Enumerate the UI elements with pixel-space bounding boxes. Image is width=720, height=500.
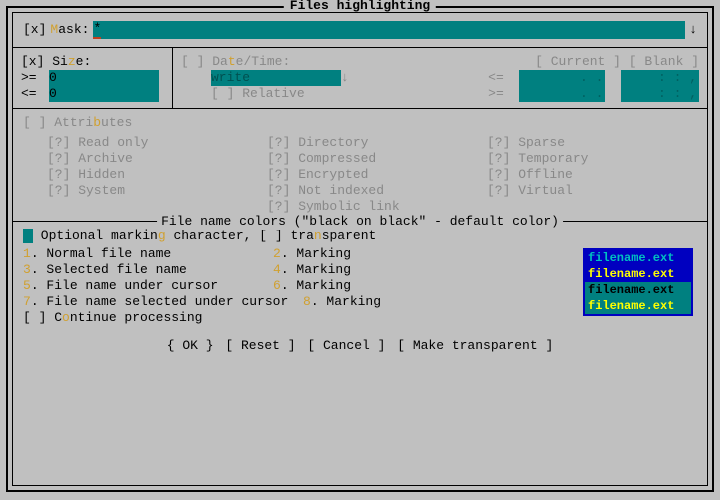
attr-readonly[interactable]: [?] Read only: [47, 135, 257, 151]
preview-cursor: filename.ext: [585, 282, 691, 298]
colors-section: File name colors ("black on black" - def…: [13, 221, 707, 330]
attr-temporary[interactable]: [?] Temporary: [487, 151, 697, 167]
blank-button[interactable]: [ Blank ]: [629, 54, 699, 69]
size-ge-input[interactable]: 0: [49, 70, 159, 86]
size-le-input[interactable]: 0: [49, 86, 159, 102]
color-marking-4[interactable]: . Marking: [281, 262, 351, 277]
date-le-time[interactable]: : : ,: [621, 70, 699, 86]
dialog-outer-frame: Files highlighting [x] Mask: *↓ [x] Size…: [6, 6, 714, 492]
attrs-col2: [?] Directory [?] Compressed [?] Encrypt…: [267, 135, 477, 215]
attrs-col1: [?] Read only [?] Archive [?] Hidden [?]…: [23, 135, 257, 215]
attr-notindexed[interactable]: [?] Not indexed: [267, 183, 477, 199]
preview-normal: filename.ext: [585, 250, 691, 266]
attrs-col3: [?] Sparse [?] Temporary [?] Offline [?]…: [487, 135, 697, 215]
size-date-row: [x] Size: >= 0 <= 0 [ ] Date/Time:: [13, 48, 707, 109]
reset-button[interactable]: [ Reset ]: [223, 338, 297, 353]
size-section: [x] Size: >= 0 <= 0: [13, 48, 173, 109]
mask-label: Mask:: [50, 22, 89, 38]
size-label: Size:: [52, 54, 91, 69]
relative-label: Relative: [242, 86, 304, 101]
color-cursor[interactable]: . File name under cursor: [31, 278, 218, 293]
marking-row: Optional marking character, [ ] transpar…: [23, 228, 697, 244]
color-marking-6[interactable]: . Marking: [281, 278, 351, 293]
mask-input[interactable]: *: [93, 21, 685, 39]
color-preview: filename.ext filename.ext filename.ext f…: [583, 248, 693, 316]
attributes-label: Attributes: [54, 115, 132, 130]
color-normal[interactable]: . Normal file name: [31, 246, 171, 261]
date-ge-time[interactable]: : : ,: [621, 86, 699, 102]
mask-dropdown-icon[interactable]: ↓: [689, 22, 697, 38]
attr-virtual[interactable]: [?] Virtual: [487, 183, 697, 199]
marking-char-box[interactable]: [23, 229, 33, 243]
dialog-inner-frame: [x] Mask: *↓ [x] Size: >= 0 <= 0: [12, 12, 708, 486]
colors-title: File name colors ("black on black" - def…: [157, 214, 563, 230]
datetime-section: [ ] Date/Time: write↓ [ ] Relative [ Cur…: [173, 48, 707, 109]
datetime-type-input[interactable]: write: [211, 70, 341, 86]
date-ge-date[interactable]: . .: [519, 86, 605, 102]
attr-encrypted[interactable]: [?] Encrypted: [267, 167, 477, 183]
attr-compressed[interactable]: [?] Compressed: [267, 151, 477, 167]
mask-row: [x] Mask: *↓: [13, 13, 707, 48]
preview-selected: filename.ext: [585, 266, 691, 282]
ok-button[interactable]: { OK }: [165, 338, 216, 353]
color-selected[interactable]: . Selected file name: [31, 262, 187, 277]
datetime-checkbox[interactable]: [ ]: [181, 54, 204, 69]
current-button[interactable]: [ Current ]: [535, 54, 621, 69]
size-le-label: <=: [21, 86, 49, 102]
button-bar: { OK } [ Reset ] [ Cancel ] [ Make trans…: [13, 330, 707, 358]
cancel-button[interactable]: [ Cancel ]: [305, 338, 387, 353]
continue-checkbox[interactable]: [ ]: [23, 310, 46, 325]
attributes-checkbox[interactable]: [ ]: [23, 115, 46, 130]
mask-checkbox[interactable]: [x]: [23, 22, 46, 38]
color-marking-2[interactable]: . Marking: [281, 246, 351, 261]
attr-symlink[interactable]: [?] Symbolic link: [267, 199, 477, 215]
size-checkbox[interactable]: [x]: [21, 54, 44, 69]
attr-system[interactable]: [?] System: [47, 183, 257, 199]
preview-selected-cursor: filename.ext: [585, 298, 691, 314]
attr-sparse[interactable]: [?] Sparse: [487, 135, 697, 151]
attr-archive[interactable]: [?] Archive: [47, 151, 257, 167]
relative-checkbox[interactable]: [ ]: [211, 86, 234, 101]
attr-directory[interactable]: [?] Directory: [267, 135, 477, 151]
datetime-dropdown-icon[interactable]: ↓: [341, 70, 349, 85]
color-selected-cursor[interactable]: . File name selected under cursor: [31, 294, 288, 309]
attr-offline[interactable]: [?] Offline: [487, 167, 697, 183]
make-transparent-button[interactable]: [ Make transparent ]: [395, 338, 555, 353]
color-marking-8[interactable]: . Marking: [311, 294, 381, 309]
date-le-label: <=: [488, 70, 504, 85]
date-ge-label: >=: [488, 86, 504, 101]
attributes-section: [ ] Attributes [?] Read only [?] Archive…: [13, 109, 707, 219]
attr-hidden[interactable]: [?] Hidden: [47, 167, 257, 183]
size-ge-label: >=: [21, 70, 49, 86]
date-le-date[interactable]: . .: [519, 70, 605, 86]
datetime-label: Date/Time:: [212, 54, 290, 69]
